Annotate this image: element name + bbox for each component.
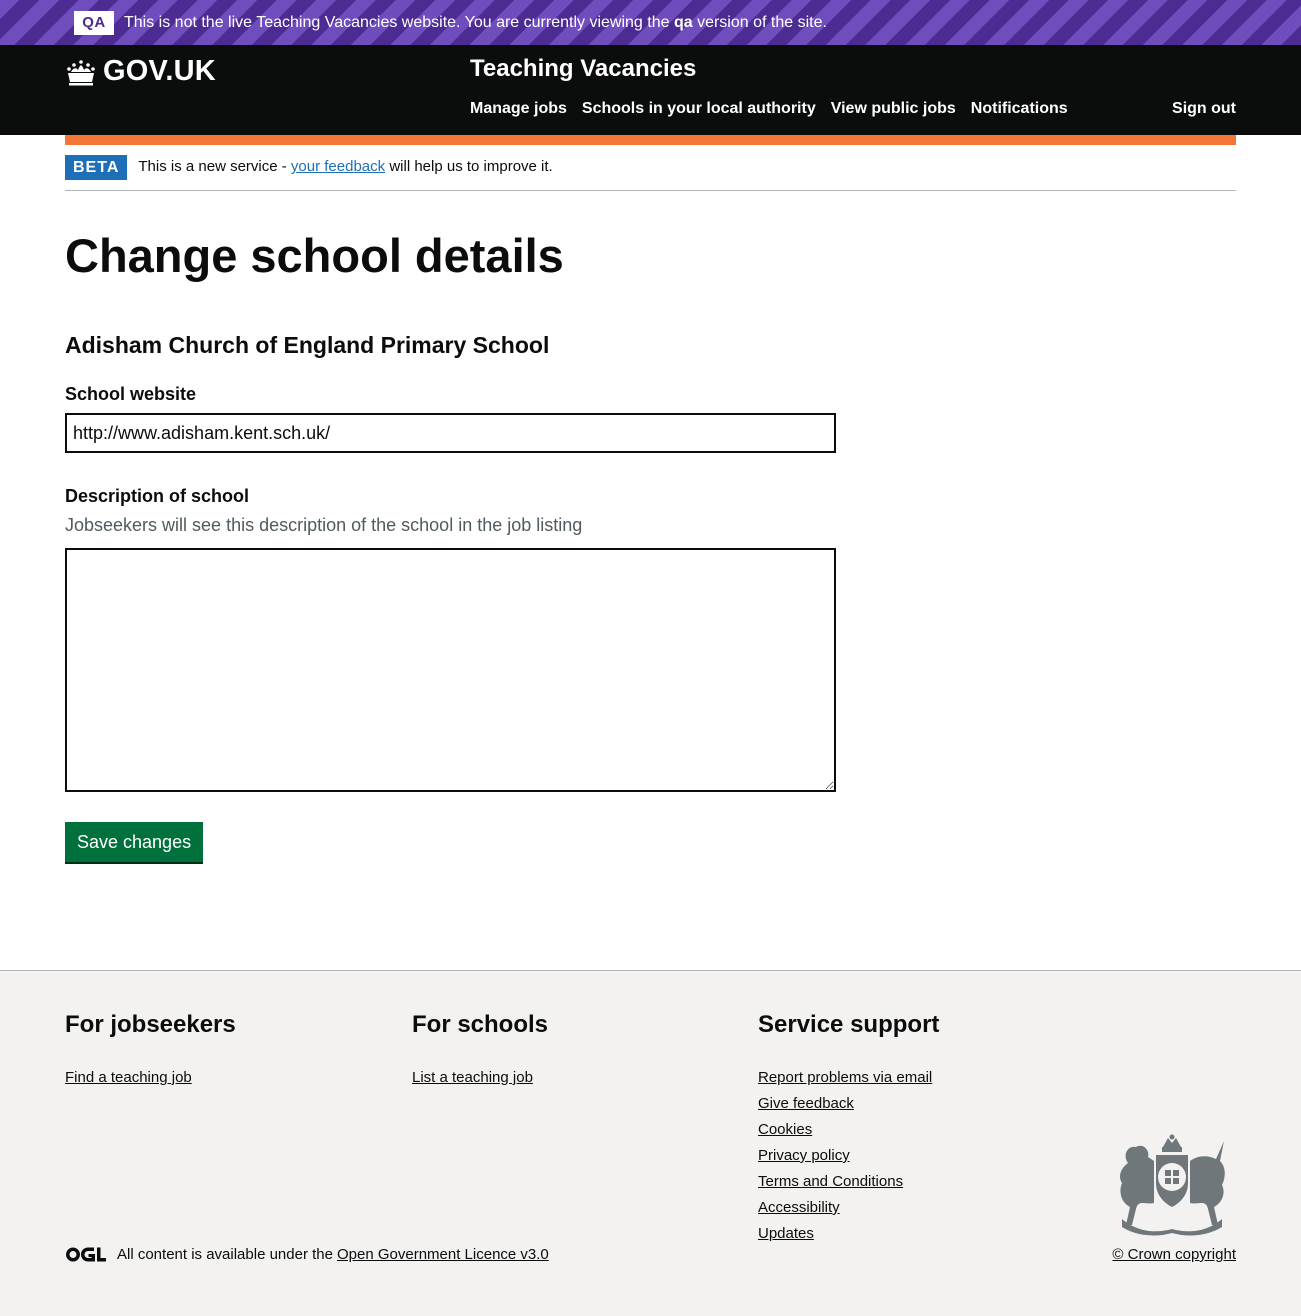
page-title: Change school details (65, 229, 564, 282)
nav-notifications[interactable]: Notifications (971, 100, 1068, 118)
footer-link-privacy-policy[interactable]: Privacy policy (758, 1147, 939, 1164)
phase-banner-text: This is a new service - your feedback wi… (138, 158, 553, 175)
footer-schools-section: For schools List a teaching job (412, 1011, 548, 1095)
beta-tag: BETA (65, 155, 128, 180)
phase-banner: BETA This is a new service - your feedba… (65, 155, 1236, 191)
header-accent-bar (65, 135, 1236, 145)
licence-notice: All content is available under the Open … (65, 1246, 549, 1263)
footer-jobseekers-heading: For jobseekers (65, 1011, 236, 1038)
footer-link-list-teaching-job[interactable]: List a teaching job (412, 1069, 548, 1086)
footer-jobseekers-section: For jobseekers Find a teaching job (65, 1011, 236, 1095)
site-header: GOV.UK Teaching Vacancies Manage jobs Sc… (0, 45, 1301, 135)
nav-view-public-jobs[interactable]: View public jobs (831, 100, 956, 118)
crown-copyright-link[interactable]: © Crown copyright (1112, 1246, 1236, 1263)
footer-support-heading: Service support (758, 1011, 940, 1038)
main-content: Change school details Adisham Church of … (65, 228, 836, 862)
save-changes-button[interactable]: Save changes (65, 822, 204, 862)
school-website-label: School website (65, 384, 197, 404)
service-name[interactable]: Teaching Vacancies (470, 55, 696, 83)
royal-coat-of-arms-icon (1120, 1134, 1225, 1236)
school-name-heading: Adisham Church of England Primary School (65, 332, 550, 358)
footer-link-updates[interactable]: Updates (758, 1225, 939, 1242)
nav-schools-local-authority[interactable]: Schools in your local authority (582, 100, 816, 118)
site-footer: For jobseekers Find a teaching job For s… (0, 970, 1301, 1316)
footer-link-accessibility[interactable]: Accessibility (758, 1199, 939, 1216)
nav-manage-jobs[interactable]: Manage jobs (470, 100, 567, 118)
licence-link[interactable]: Open Government Licence v3.0 (337, 1246, 549, 1263)
footer-link-report-problems[interactable]: Report problems via email (758, 1069, 939, 1086)
description-hint: Jobseekers will see this description of … (65, 515, 583, 535)
footer-link-find-teaching-job[interactable]: Find a teaching job (65, 1069, 236, 1086)
description-textarea[interactable] (65, 548, 836, 792)
qa-tag: QA (74, 10, 114, 35)
ogl-logo-icon (66, 1247, 106, 1262)
licence-text: All content is available under the (117, 1246, 333, 1263)
crown-icon (67, 59, 95, 85)
description-label: Description of school (65, 486, 250, 506)
govuk-logo-text: GOV.UK (103, 55, 216, 87)
school-website-input[interactable] (65, 413, 836, 453)
qa-environment-banner: QA This is not the live Teaching Vacanci… (0, 0, 1301, 45)
footer-schools-heading: For schools (412, 1011, 549, 1038)
govuk-logo-link[interactable]: GOV.UK (65, 55, 216, 88)
sign-out-link[interactable]: Sign out (1172, 100, 1236, 118)
footer-support-section: Service support Report problems via emai… (758, 1011, 939, 1251)
footer-link-terms[interactable]: Terms and Conditions (758, 1173, 939, 1190)
footer-link-give-feedback[interactable]: Give feedback (758, 1095, 939, 1112)
footer-link-cookies[interactable]: Cookies (758, 1121, 939, 1138)
feedback-link[interactable]: your feedback (291, 158, 385, 175)
qa-banner-text: This is not the live Teaching Vacancies … (124, 13, 827, 31)
header-navigation: Manage jobs Schools in your local author… (470, 100, 1068, 118)
